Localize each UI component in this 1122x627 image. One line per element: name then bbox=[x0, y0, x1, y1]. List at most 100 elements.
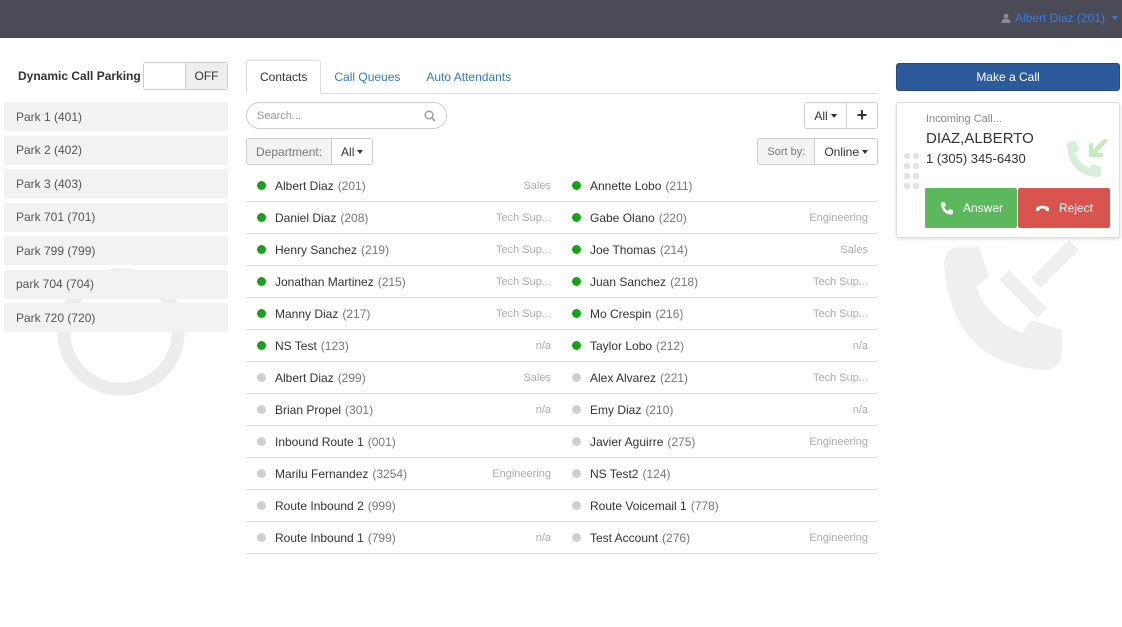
contact-row[interactable]: Annette Lobo (211) bbox=[561, 170, 878, 202]
department-label: Department: bbox=[247, 139, 333, 164]
contact-department: Sales bbox=[840, 243, 868, 256]
contact-row[interactable]: Javier Aguirre (275) Engineering bbox=[561, 426, 878, 458]
contact-row[interactable]: Route Inbound 2 (999) bbox=[246, 490, 561, 522]
contact-extension: (799) bbox=[367, 530, 396, 545]
department-dropdown[interactable]: All bbox=[332, 139, 373, 164]
make-call-button[interactable]: Make a Call bbox=[896, 63, 1120, 91]
contact-row[interactable]: Inbound Route 1 (001) bbox=[246, 426, 561, 458]
contact-name: Juan Sanchez bbox=[590, 274, 667, 289]
park-item[interactable]: Park 2 (402) bbox=[4, 135, 228, 165]
contact-row[interactable]: Mo Crespin (216) Tech Sup... bbox=[561, 298, 878, 330]
contact-row[interactable]: Manny Diaz (217) Tech Sup... bbox=[246, 298, 561, 330]
contact-row[interactable]: Brian Propel (301) n/a bbox=[246, 394, 561, 426]
reject-button[interactable]: Reject bbox=[1018, 188, 1110, 228]
contact-department: Tech Sup... bbox=[495, 211, 551, 224]
status-offline-icon bbox=[257, 533, 266, 542]
contact-row[interactable]: Taylor Lobo (212) n/a bbox=[561, 330, 878, 362]
contact-extension: (999) bbox=[367, 498, 396, 513]
contact-extension: (210) bbox=[645, 402, 674, 417]
caret-down-icon bbox=[357, 149, 364, 154]
contact-row[interactable]: Albert Diaz (201) Sales bbox=[246, 170, 561, 202]
status-online-icon bbox=[572, 277, 581, 286]
toggle-state: OFF bbox=[186, 63, 227, 89]
contact-row[interactable]: Test Account (276) Engineering bbox=[561, 522, 878, 554]
call-panel: Make a Call Incoming Call... DIAZ,ALBERT… bbox=[896, 63, 1120, 238]
status-online-icon bbox=[257, 277, 266, 286]
status-online-icon bbox=[257, 213, 266, 222]
contact-extension: (276) bbox=[662, 530, 691, 545]
contact-row[interactable]: Albert Diaz (299) Sales bbox=[246, 362, 561, 394]
contact-row[interactable]: Juan Sanchez (218) Tech Sup... bbox=[561, 266, 878, 298]
contact-extension: (208) bbox=[340, 210, 369, 225]
contact-name: Inbound Route 1 bbox=[275, 434, 364, 449]
contact-row[interactable]: Henry Sanchez (219) Tech Sup... bbox=[246, 234, 561, 266]
contact-extension: (214) bbox=[659, 242, 688, 257]
contact-row[interactable]: Emy Diaz (210) n/a bbox=[561, 394, 878, 426]
search-icon[interactable] bbox=[424, 110, 436, 122]
status-online-icon bbox=[257, 245, 266, 254]
park-item[interactable]: Park 720 (720) bbox=[4, 303, 228, 332]
parking-toggle[interactable]: OFF bbox=[143, 62, 228, 90]
contact-actions: All + bbox=[804, 102, 878, 129]
status-online-icon bbox=[572, 181, 581, 190]
answer-button[interactable]: Answer bbox=[925, 188, 1017, 228]
contact-name: Gabe Olano bbox=[590, 210, 655, 225]
search-input[interactable] bbox=[257, 109, 424, 122]
contact-extension: (215) bbox=[377, 274, 406, 289]
contact-row[interactable]: Daniel Diaz (208) Tech Sup... bbox=[246, 202, 561, 234]
caret-down-icon bbox=[862, 149, 868, 154]
caller-name: DIAZ,ALBERTO bbox=[926, 130, 1034, 147]
incoming-call-label: Incoming Call... bbox=[926, 113, 1002, 125]
hangup-icon bbox=[1035, 205, 1050, 211]
sort-filter: Sort by: Online bbox=[757, 138, 878, 165]
add-contact-button[interactable]: + bbox=[846, 103, 877, 128]
tab-call-queues[interactable]: Call Queues bbox=[321, 60, 413, 93]
contact-row[interactable]: Gabe Olano (220) Engineering bbox=[561, 202, 878, 234]
status-online-icon bbox=[257, 341, 266, 350]
tab-contacts[interactable]: Contacts bbox=[246, 60, 322, 94]
status-offline-icon bbox=[257, 373, 266, 382]
sort-dropdown[interactable]: Online bbox=[815, 139, 877, 164]
contact-extension: (301) bbox=[345, 402, 374, 417]
status-offline-icon bbox=[257, 437, 266, 446]
contact-name: Javier Aguirre bbox=[590, 434, 664, 449]
status-online-icon bbox=[257, 309, 266, 318]
contact-name: Emy Diaz bbox=[590, 402, 642, 417]
contact-department: Tech Sup... bbox=[495, 275, 551, 288]
status-offline-icon bbox=[572, 405, 581, 414]
contact-row[interactable]: Jonathan Martinez (215) Tech Sup... bbox=[246, 266, 561, 298]
contact-name: Annette Lobo bbox=[590, 178, 662, 193]
park-item[interactable]: Park 701 (701) bbox=[4, 202, 228, 232]
park-item[interactable]: Park 1 (401) bbox=[4, 102, 228, 131]
contact-extension: (778) bbox=[690, 498, 719, 513]
park-item[interactable]: park 704 (704) bbox=[4, 269, 228, 299]
user-icon bbox=[1001, 13, 1011, 23]
contact-row[interactable]: NS Test2 (124) bbox=[561, 458, 878, 490]
sort-label: Sort by: bbox=[758, 139, 816, 164]
toggle-knob bbox=[144, 63, 186, 89]
contact-row[interactable]: Alex Alvarez (221) Tech Sup... bbox=[561, 362, 878, 394]
contact-row[interactable]: Joe Thomas (214) Sales bbox=[561, 234, 878, 266]
contact-extension: (218) bbox=[670, 274, 699, 289]
user-menu[interactable]: Albert Diaz (201) bbox=[1001, 11, 1118, 25]
contact-row[interactable]: Marilu Fernandez (3254) Engineering bbox=[246, 458, 561, 490]
contact-name: Taylor Lobo bbox=[590, 338, 653, 353]
park-item[interactable]: Park 799 (799) bbox=[4, 236, 228, 265]
call-parking-panel: Dynamic Call Parking OFF Park 1 (401) Pa… bbox=[4, 62, 228, 396]
tab-bar: Contacts Call Queues Auto Attendants bbox=[246, 60, 878, 94]
contact-extension: (3254) bbox=[372, 466, 408, 481]
contact-department: n/a bbox=[535, 531, 551, 544]
park-list: Park 1 (401) Park 2 (402) Park 3 (403) P… bbox=[4, 102, 228, 396]
contact-row[interactable]: NS Test (123) n/a bbox=[246, 330, 561, 362]
tab-auto-attendants[interactable]: Auto Attendants bbox=[413, 60, 524, 93]
search-box bbox=[246, 102, 447, 129]
contact-name: Mo Crespin bbox=[590, 306, 652, 321]
contact-row[interactable]: Route Voicemail 1 (778) bbox=[561, 490, 878, 522]
contact-department: Engineering bbox=[809, 531, 868, 544]
phone-icon bbox=[940, 201, 954, 215]
park-item[interactable]: Park 3 (403) bbox=[4, 169, 228, 198]
contact-extension: (217) bbox=[342, 306, 371, 321]
filter-all-dropdown[interactable]: All bbox=[805, 103, 846, 128]
contact-row[interactable]: Route Inbound 1 (799) n/a bbox=[246, 522, 561, 554]
contact-department: Sales bbox=[523, 179, 551, 192]
